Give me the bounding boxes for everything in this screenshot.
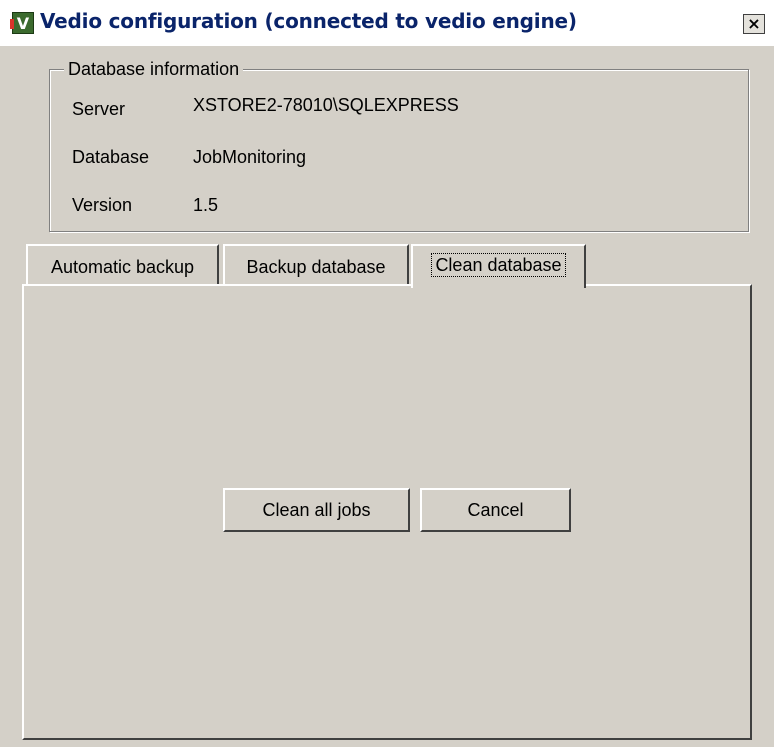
tab-backup-database-label: Backup database [246, 257, 386, 277]
app-icon[interactable]: V [10, 12, 34, 34]
tab-automatic-backup-label: Automatic backup [50, 257, 195, 277]
tab-clean-database[interactable]: Clean database [411, 244, 586, 288]
close-button[interactable]: × [743, 14, 765, 34]
database-value: JobMonitoring [193, 147, 307, 167]
database-label: Database [72, 147, 150, 167]
clean-all-jobs-button[interactable]: Clean all jobs [223, 488, 410, 532]
cancel-button[interactable]: Cancel [420, 488, 571, 532]
title-bar[interactable]: V Vedio configuration (connected to vedi… [0, 0, 774, 46]
database-info-legend: Database information [64, 59, 244, 80]
version-label: Version [72, 195, 133, 215]
tab-clean-database-label: Clean database [431, 253, 566, 277]
database-info-group [49, 69, 749, 232]
tab-automatic-backup[interactable]: Automatic backup [26, 244, 219, 285]
version-value: 1.5 [193, 195, 219, 215]
tab-backup-database[interactable]: Backup database [223, 244, 409, 285]
server-value: XSTORE2-78010\SQLEXPRESS [193, 95, 459, 115]
server-label: Server [72, 99, 126, 119]
window-title: Vedio configuration (connected to vedio … [40, 9, 577, 33]
